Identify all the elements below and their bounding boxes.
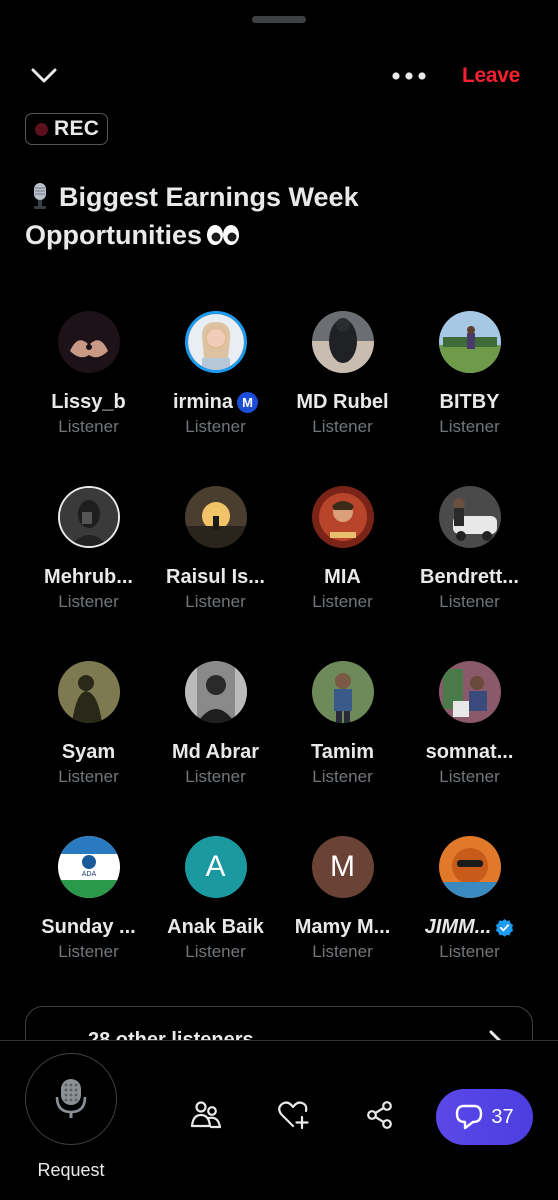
participant-name: somnat... (425, 740, 514, 763)
share-icon (367, 1101, 392, 1129)
participant-role: Listener (312, 942, 373, 961)
participant-name: JIMM... (424, 915, 492, 938)
recording-badge: REC (25, 113, 109, 145)
participant-name: Raisul Is... (166, 565, 265, 588)
sheet-drag-handle[interactable] (252, 16, 306, 23)
svg-text:ADA: ADA (81, 871, 96, 878)
participant-cell[interactable]: Bendrett... Listener (406, 481, 533, 656)
participant-cell[interactable]: Raisul Is... Listener (152, 481, 279, 656)
participant-role: Listener (312, 592, 373, 611)
avatar (311, 311, 374, 373)
participant-name: Lissy_b (51, 390, 126, 413)
bottom-action-bar: Request 37 (0, 1040, 558, 1200)
avatar-letter: M (330, 850, 355, 883)
request-label: Request (37, 1160, 105, 1180)
participant-cell[interactable]: BITBY Listener (406, 306, 533, 481)
participant-cell[interactable]: MIA Listener (279, 481, 406, 656)
participant-role: Listener (439, 417, 500, 436)
participant-role: Listener (58, 767, 119, 786)
participant-cell[interactable]: Tamim Listener (279, 656, 406, 831)
chat-count: 37 (491, 1105, 514, 1128)
participant-role: Listener (58, 942, 119, 961)
participant-role: Listener (185, 942, 246, 961)
participant-role: Listener (312, 767, 373, 786)
avatar (184, 311, 247, 373)
avatar (311, 486, 374, 548)
participant-name: Mamy M... (294, 915, 391, 938)
avatar-letter: A (205, 850, 226, 883)
recording-label: REC (54, 117, 100, 140)
avatar (184, 661, 247, 723)
participant-role: Listener (185, 417, 246, 436)
participant-cell[interactable]: M Mamy M... Listener (279, 831, 406, 1006)
participant-role: Listener (185, 592, 246, 611)
recording-dot-icon (35, 122, 48, 136)
avatar (438, 311, 501, 373)
chat-bubble-icon (456, 1104, 483, 1130)
participant-role: Listener (439, 767, 500, 786)
participant-name: Syam (61, 740, 116, 763)
space-title: Biggest Earnings Week Opportunities (25, 178, 445, 254)
avatar (438, 836, 501, 898)
participant-name: Sunday ... (41, 915, 136, 938)
collapse-button[interactable] (26, 61, 62, 91)
leave-button[interactable]: Leave (462, 61, 520, 91)
participant-cell[interactable]: Mehrub... Listener (25, 481, 152, 656)
participant-cell[interactable]: Md Abrar Listener (152, 656, 279, 831)
heart-plus-icon (278, 1101, 309, 1130)
avatar (57, 661, 120, 723)
participant-role: Listener (312, 417, 373, 436)
participant-cell[interactable]: Syam Listener (25, 656, 152, 831)
participant-role: Listener (439, 942, 500, 961)
eyes-emoji-icon (207, 225, 239, 245)
participant-role: Listener (439, 592, 500, 611)
people-icon (190, 1101, 222, 1129)
participant-role: Listener (185, 767, 246, 786)
participant-cell[interactable]: JIMM... Listener (406, 831, 533, 1006)
participant-name: Bendrett... (420, 565, 519, 588)
participant-role: Listener (58, 417, 119, 436)
participant-name: Md Abrar (171, 740, 260, 763)
participant-name: Mehrub... (44, 565, 133, 588)
chevron-down-icon (31, 68, 57, 83)
avatar (438, 486, 501, 548)
chat-button[interactable]: 37 (436, 1089, 533, 1145)
avatar: ADA (57, 836, 120, 898)
participant-cell[interactable]: MD Rubel Listener (279, 306, 406, 481)
request-to-speak-button[interactable] (25, 1053, 117, 1145)
avatar (57, 486, 120, 548)
avatar (438, 661, 501, 723)
participant-cell[interactable]: ADA Sunday ... Listener (25, 831, 152, 1006)
people-button[interactable] (188, 1097, 224, 1133)
affiliate-badge: M (237, 391, 259, 413)
participant-name: Anak Baik (167, 915, 264, 938)
more-options-button[interactable] (386, 61, 432, 91)
participant-name: Tamim (311, 740, 374, 763)
participant-cell[interactable]: A Anak Baik Listener (152, 831, 279, 1006)
participant-cell[interactable]: Lissy_b Listener (25, 306, 152, 481)
participants-grid: Lissy_b Listener irmina M Listener MD Ru… (25, 306, 533, 1006)
avatar (57, 311, 120, 373)
participant-name: irmina (172, 390, 234, 413)
participant-cell[interactable]: irmina M Listener (152, 306, 279, 481)
react-button[interactable] (276, 1097, 312, 1133)
participant-name: BITBY (439, 390, 500, 413)
avatar (184, 486, 247, 548)
top-bar: Leave (0, 55, 558, 99)
avatar (311, 661, 374, 723)
microphone-icon (55, 1079, 87, 1118)
verified-icon (496, 918, 514, 937)
more-dots-icon (392, 72, 426, 80)
share-button[interactable] (362, 1097, 398, 1133)
participant-role: Listener (58, 592, 119, 611)
participant-cell[interactable]: somnat... Listener (406, 656, 533, 831)
letter-avatar: M (311, 836, 374, 898)
letter-avatar: A (184, 836, 247, 898)
participant-name: MIA (324, 565, 361, 588)
microphone-emoji-icon (34, 183, 46, 209)
space-title-text: Biggest Earnings Week Opportunities (25, 182, 359, 250)
participant-name: MD Rubel (296, 390, 389, 413)
